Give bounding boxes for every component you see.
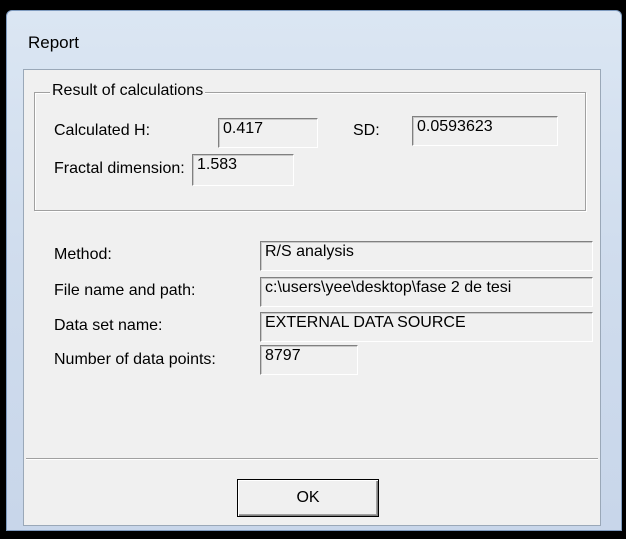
file-path-label: File name and path: (54, 282, 196, 299)
data-points-label: Number of data points: (54, 351, 216, 368)
dataset-name-field[interactable]: EXTERNAL DATA SOURCE (260, 312, 593, 342)
results-groupbox (34, 92, 586, 211)
calculated-h-label: Calculated H: (54, 122, 151, 139)
fractal-dimension-field[interactable]: 1.583 (192, 154, 294, 186)
report-dialog: Report Result of calculations Calculated… (0, 0, 626, 539)
sd-label: SD: (353, 122, 380, 139)
results-group-legend: Result of calculations (50, 82, 206, 100)
window-title: Report (28, 33, 80, 52)
file-path-field[interactable]: c:\users\yee\desktop\fase 2 de tesi (260, 277, 593, 307)
data-points-field[interactable]: 8797 (260, 345, 358, 375)
method-field[interactable]: R/S analysis (260, 241, 593, 271)
fractal-dimension-label: Fractal dimension: (54, 160, 185, 177)
calculated-h-field[interactable]: 0.417 (218, 118, 318, 148)
method-label: Method: (54, 246, 112, 263)
sd-field[interactable]: 0.0593623 (412, 116, 558, 146)
title-bar[interactable]: Report (7, 11, 621, 67)
dialog-frame: Report Result of calculations Calculated… (6, 10, 622, 531)
dataset-name-label: Data set name: (54, 317, 163, 334)
ok-button[interactable]: OK (237, 479, 379, 517)
button-separator (26, 458, 598, 460)
dialog-client-area: Result of calculations Calculated H: 0.4… (23, 69, 601, 526)
